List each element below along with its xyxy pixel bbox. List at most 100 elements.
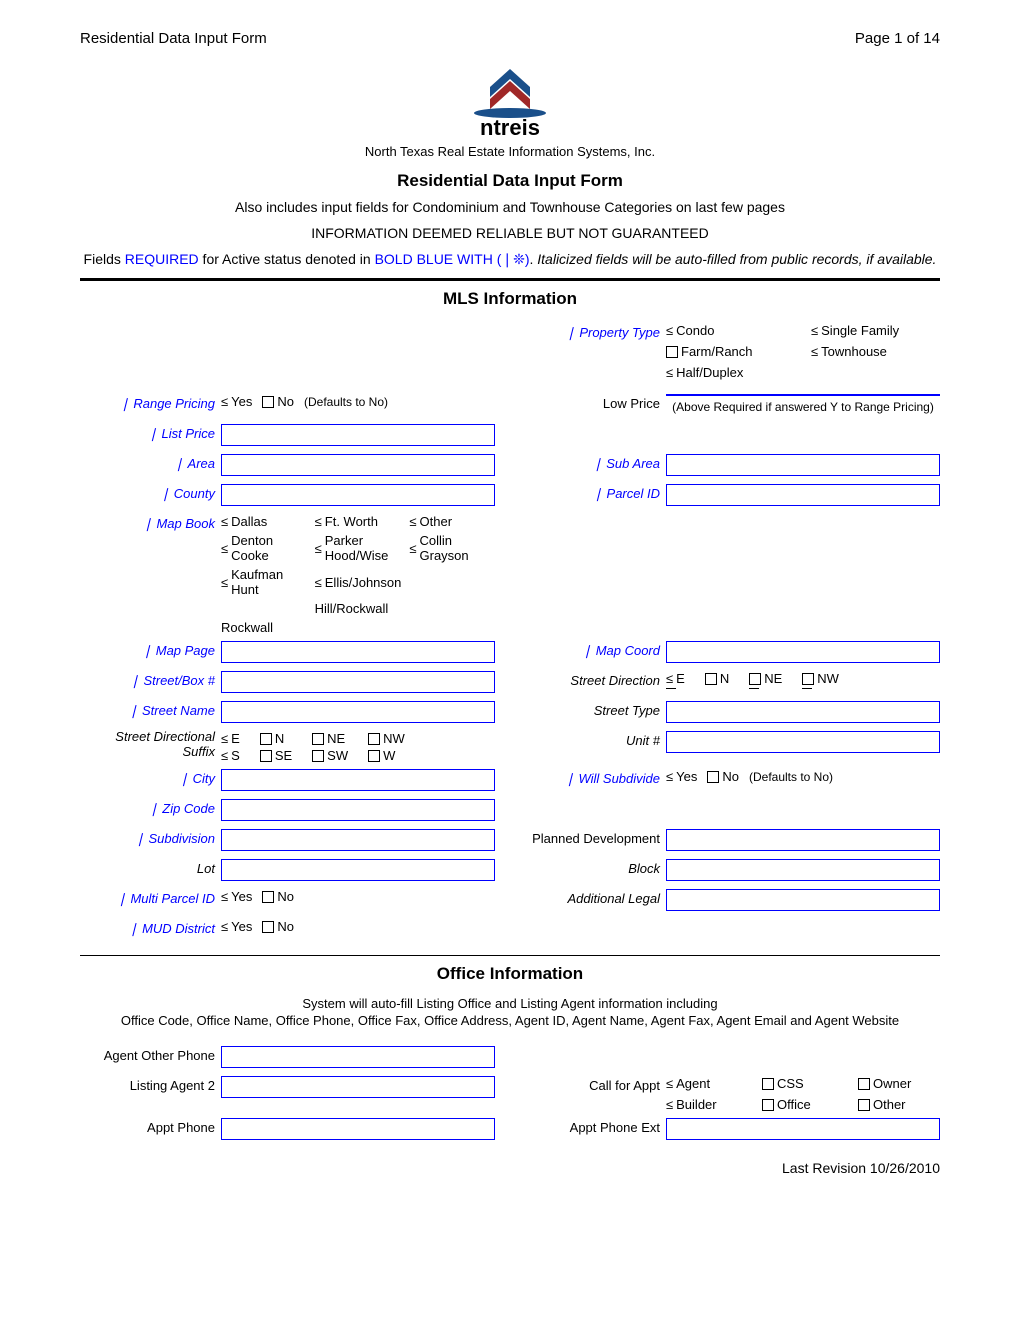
subtitle-3: Fields REQUIRED for Active status denote…: [80, 251, 940, 268]
opt-subdiv-yes[interactable]: Yes: [666, 769, 697, 784]
input-appt-phone[interactable]: [221, 1118, 495, 1140]
opt-dir-e[interactable]: E: [666, 671, 685, 686]
form-title: Residential Data Input Form: [80, 171, 940, 191]
label-multi-parcel: ❘Multi Parcel ID: [80, 887, 221, 907]
office-sub2: Office Code, Office Name, Office Phone, …: [80, 1013, 940, 1028]
input-unit-no[interactable]: [666, 731, 940, 753]
input-map-page[interactable]: [221, 641, 495, 663]
label-map-coord: ❘Map Coord: [525, 639, 666, 659]
divider-thin: [80, 955, 940, 956]
input-low-price[interactable]: [666, 394, 940, 396]
label-additional-legal: Additional Legal: [525, 887, 666, 906]
input-appt-phone-ext[interactable]: [666, 1118, 940, 1140]
opt-mud-no[interactable]: No: [262, 919, 294, 934]
input-sub-area[interactable]: [666, 454, 940, 476]
opt-sfx-sw[interactable]: SW: [312, 748, 348, 763]
opt-sfx-w[interactable]: W: [368, 748, 405, 763]
label-street-name: ❘Street Name: [80, 699, 221, 719]
input-street-name[interactable]: [221, 701, 495, 723]
label-planned-dev: Planned Development: [525, 827, 666, 846]
input-lot[interactable]: [221, 859, 495, 881]
opt-sfx-se[interactable]: SE: [260, 748, 292, 763]
opt-sfx-nw[interactable]: NW: [368, 731, 405, 746]
label-block: Block: [525, 857, 666, 876]
opt-ellis-johnson[interactable]: Ellis/Johnson: [315, 567, 402, 597]
opt-appt-agent[interactable]: Agent: [666, 1076, 748, 1091]
input-map-coord[interactable]: [666, 641, 940, 663]
input-area[interactable]: [221, 454, 495, 476]
opt-kaufman-hunt[interactable]: Kaufman Hunt: [221, 567, 307, 597]
input-street-box[interactable]: [221, 671, 495, 693]
opt-parker-hood-wise[interactable]: Parker Hood/Wise: [315, 533, 402, 563]
opt-dir-n[interactable]: N: [705, 671, 729, 686]
input-additional-legal[interactable]: [666, 889, 940, 911]
label-call-for-appt: Call for Appt: [525, 1074, 666, 1093]
section-office-title: Office Information: [80, 964, 940, 984]
opt-single-family[interactable]: Single Family: [811, 323, 940, 338]
opt-mp-yes[interactable]: Yes: [221, 889, 252, 904]
opt-map-other[interactable]: Other: [409, 514, 495, 529]
input-listing-agent-2[interactable]: [221, 1076, 495, 1098]
input-county[interactable]: [221, 484, 495, 506]
input-street-type[interactable]: [666, 701, 940, 723]
opt-subdiv-no[interactable]: No: [707, 769, 739, 784]
opt-mud-yes[interactable]: Yes: [221, 919, 252, 934]
opt-appt-builder[interactable]: Builder: [666, 1097, 748, 1112]
opt-townhouse[interactable]: Townhouse: [811, 344, 940, 359]
label-agent-other-phone: Agent Other Phone: [80, 1044, 221, 1063]
label-list-price: ❘List Price: [80, 422, 221, 442]
company-name: North Texas Real Estate Information Syst…: [80, 144, 940, 159]
footer-revision: Last Revision 10/26/2010: [80, 1160, 940, 1176]
range-default-note: (Defaults to No): [304, 395, 388, 409]
input-city[interactable]: [221, 769, 495, 791]
label-range-pricing: ❘Range Pricing: [80, 392, 221, 412]
subtitle-2: INFORMATION DEEMED RELIABLE BUT NOT GUAR…: [80, 225, 940, 241]
section-mls-title: MLS Information: [80, 289, 940, 309]
opt-sfx-ne[interactable]: NE: [312, 731, 348, 746]
opt-mp-no[interactable]: No: [262, 889, 294, 904]
label-appt-phone: Appt Phone: [80, 1116, 221, 1135]
opt-half-duplex[interactable]: Half/Duplex: [666, 365, 795, 380]
opt-dallas[interactable]: Dallas: [221, 514, 307, 529]
opt-sfx-e[interactable]: E: [221, 731, 240, 746]
logo: ntreis: [80, 57, 940, 140]
opt-ftworth[interactable]: Ft. Worth: [315, 514, 402, 529]
opt-dir-nw[interactable]: NW: [802, 671, 839, 686]
opt-rockwall: Rockwall: [221, 620, 307, 635]
opt-condo[interactable]: Condo: [666, 323, 795, 338]
opt-hill-rockwall: Hill/Rockwall: [315, 601, 402, 616]
label-mud-district: ❘MUD District: [80, 917, 221, 937]
opt-appt-other[interactable]: Other: [858, 1097, 940, 1112]
input-agent-other-phone[interactable]: [221, 1046, 495, 1068]
subdiv-default-note: (Defaults to No): [749, 770, 833, 784]
low-price-note: (Above Required if answered Y to Range P…: [666, 400, 940, 414]
input-zip-code[interactable]: [221, 799, 495, 821]
label-parcel-id: ❘Parcel ID: [525, 482, 666, 502]
label-city: ❘City: [80, 767, 221, 787]
label-appt-phone-ext: Appt Phone Ext: [525, 1116, 666, 1135]
header-left: Residential Data Input Form: [80, 30, 267, 47]
input-subdivision[interactable]: [221, 829, 495, 851]
label-county: ❘County: [80, 482, 221, 502]
opt-collin-grayson[interactable]: Collin Grayson: [409, 533, 495, 563]
opt-appt-owner[interactable]: Owner: [858, 1076, 940, 1091]
label-property-type: ❘Property Type: [525, 321, 666, 341]
label-unit-no: Unit #: [525, 729, 666, 748]
opt-farm-ranch[interactable]: Farm/Ranch: [666, 344, 795, 359]
label-listing-agent-2: Listing Agent 2: [80, 1074, 221, 1093]
opt-sfx-s[interactable]: S: [221, 748, 240, 763]
opt-sfx-n[interactable]: N: [260, 731, 292, 746]
subtitle-1: Also includes input fields for Condomini…: [80, 199, 940, 215]
opt-dir-ne[interactable]: NE: [749, 671, 782, 686]
input-list-price[interactable]: [221, 424, 495, 446]
divider: [80, 278, 940, 281]
opt-appt-css[interactable]: CSS: [762, 1076, 844, 1091]
input-block[interactable]: [666, 859, 940, 881]
opt-appt-office[interactable]: Office: [762, 1097, 844, 1112]
opt-range-no[interactable]: No: [262, 394, 294, 409]
opt-denton-cooke[interactable]: Denton Cooke: [221, 533, 307, 563]
input-parcel-id[interactable]: [666, 484, 940, 506]
label-street-direction: Street Direction: [525, 669, 666, 688]
opt-range-yes[interactable]: Yes: [221, 394, 252, 409]
input-planned-dev[interactable]: [666, 829, 940, 851]
